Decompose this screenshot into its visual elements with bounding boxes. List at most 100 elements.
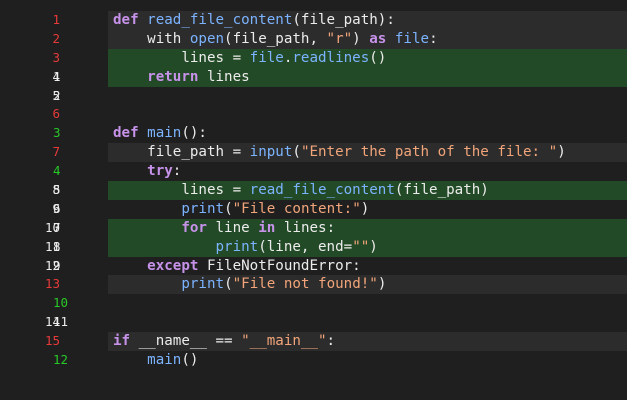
code-token: (file_path): xyxy=(292,12,395,28)
code-line[interactable]: print("File not found!") xyxy=(108,275,627,295)
code-token: with xyxy=(113,30,190,47)
code-token: : xyxy=(172,163,182,180)
old-line-number: 15 xyxy=(44,333,60,349)
code-token: (file_path) xyxy=(394,182,489,199)
code-token: file xyxy=(394,30,430,47)
code-token: file_path = xyxy=(113,144,250,161)
code-token: return xyxy=(147,68,207,85)
code-token: ( xyxy=(224,276,233,293)
diff-line: 12 9 except FileNotFoundError: xyxy=(0,257,627,276)
code-line[interactable]: if __name__ == "__main__": xyxy=(108,332,627,352)
code-token: main xyxy=(147,125,182,142)
code-token: FileNotFoundError: xyxy=(206,257,361,274)
code-token: (line, end= xyxy=(258,238,353,255)
new-line-number: 1 xyxy=(53,68,61,84)
diff-line: 4 try: xyxy=(0,162,627,181)
code-line[interactable]: with open(file_path, "r") as file: xyxy=(108,29,627,49)
code-line[interactable]: print(line, end="") xyxy=(108,237,627,257)
old-line-number: 6 xyxy=(52,106,60,122)
new-line-number: 10 xyxy=(53,295,69,311)
new-line-number: 11 xyxy=(53,314,69,330)
code-token: : xyxy=(429,30,438,47)
new-line-number: 4 xyxy=(53,163,61,179)
code-line[interactable]: lines = file.readlines() xyxy=(108,48,627,68)
diff-line: 11 8 print(line, end="") xyxy=(0,237,627,257)
code-line[interactable]: main() xyxy=(108,351,627,370)
old-line-number: 3 xyxy=(52,49,60,65)
code-line[interactable]: file_path = input("Enter the path of the… xyxy=(108,143,627,163)
code-token: ) xyxy=(377,276,387,293)
code-token: lines: xyxy=(283,219,336,236)
code-token: read_file_content xyxy=(147,12,293,28)
code-token: try xyxy=(147,163,173,180)
code-token: as xyxy=(369,30,395,47)
new-line-number: 7 xyxy=(53,219,61,235)
diff-line: 10 7 for line in lines: xyxy=(0,218,627,238)
code-token: "File not found!" xyxy=(232,276,378,293)
code-token: "r" xyxy=(326,30,353,47)
code-token: read_file_content xyxy=(249,182,395,199)
code-token: def xyxy=(113,12,148,28)
code-token: ) xyxy=(369,238,378,255)
old-line-number: 1 xyxy=(52,12,60,27)
code-token: (): xyxy=(181,125,207,142)
old-line-number: 7 xyxy=(52,144,60,160)
diff-line: 14 11 xyxy=(0,313,627,332)
code-token: open xyxy=(189,30,225,47)
diff-line: 13 print("File not found!") xyxy=(0,275,627,295)
code-line[interactable]: def read_file_content(file_path): xyxy=(108,11,627,30)
code-token: print xyxy=(181,276,225,293)
diff-line: 41 return lines xyxy=(0,67,627,87)
code-token: file xyxy=(249,49,284,66)
new-line-number: 6 xyxy=(53,200,61,216)
code-token: "" xyxy=(352,238,370,255)
code-token: "__main__" xyxy=(241,333,327,350)
code-token: "Enter the path of the file: " xyxy=(300,144,558,161)
new-line-number: 3 xyxy=(53,125,61,141)
code-line[interactable]: for line in lines: xyxy=(108,218,627,238)
diff-line: 3 lines = file.readlines() xyxy=(0,48,627,68)
code-token: if xyxy=(113,333,139,350)
code-line[interactable]: return lines xyxy=(108,67,627,87)
code-line[interactable]: try: xyxy=(108,162,627,181)
code-line[interactable]: lines = read_file_content(file_path) xyxy=(108,181,627,200)
diff-line: 96 print("File content:") xyxy=(0,200,627,219)
code-line[interactable]: def main(): xyxy=(108,124,627,143)
diff-line: 15 if __name__ == "__main__": xyxy=(0,332,627,352)
diff-line: 12 main() xyxy=(0,351,627,370)
new-line-number: 8 xyxy=(53,238,61,254)
code-line[interactable]: print("File content:") xyxy=(108,200,627,219)
old-line-number: 13 xyxy=(44,276,60,292)
new-line-number: 9 xyxy=(53,257,61,273)
code-token: def xyxy=(113,125,148,142)
new-line-number: 5 xyxy=(53,182,61,198)
code-token: input xyxy=(249,144,293,161)
code-token: ) xyxy=(360,200,370,217)
old-line-number: 2 xyxy=(52,30,60,46)
code-token: lines = xyxy=(113,182,250,199)
code-token: main xyxy=(147,352,182,369)
code-token: for xyxy=(181,219,216,236)
code-token: __name__ == xyxy=(138,333,242,350)
code-token: (file_path, xyxy=(224,30,327,47)
diff-line: 10 xyxy=(0,294,627,313)
code-token: in xyxy=(258,219,284,236)
new-line-number: 12 xyxy=(53,352,69,368)
diff-line: 52 xyxy=(0,87,627,106)
code-token: "File content:" xyxy=(232,200,361,217)
code-token: : xyxy=(326,333,336,350)
diff-line: 1 def read_file_content(file_path): xyxy=(0,11,627,30)
diff-line: 7 file_path = input("Enter the path of t… xyxy=(0,143,627,163)
diff-line: 2 with open(file_path, "r") as file: xyxy=(0,29,627,49)
code-token: ) xyxy=(557,144,566,161)
code-token: except xyxy=(147,257,207,274)
code-token: () xyxy=(181,352,199,369)
code-line[interactable]: except FileNotFoundError: xyxy=(108,257,627,276)
code-token: readlines xyxy=(292,49,370,66)
diff-line: 3 def main(): xyxy=(0,124,627,143)
